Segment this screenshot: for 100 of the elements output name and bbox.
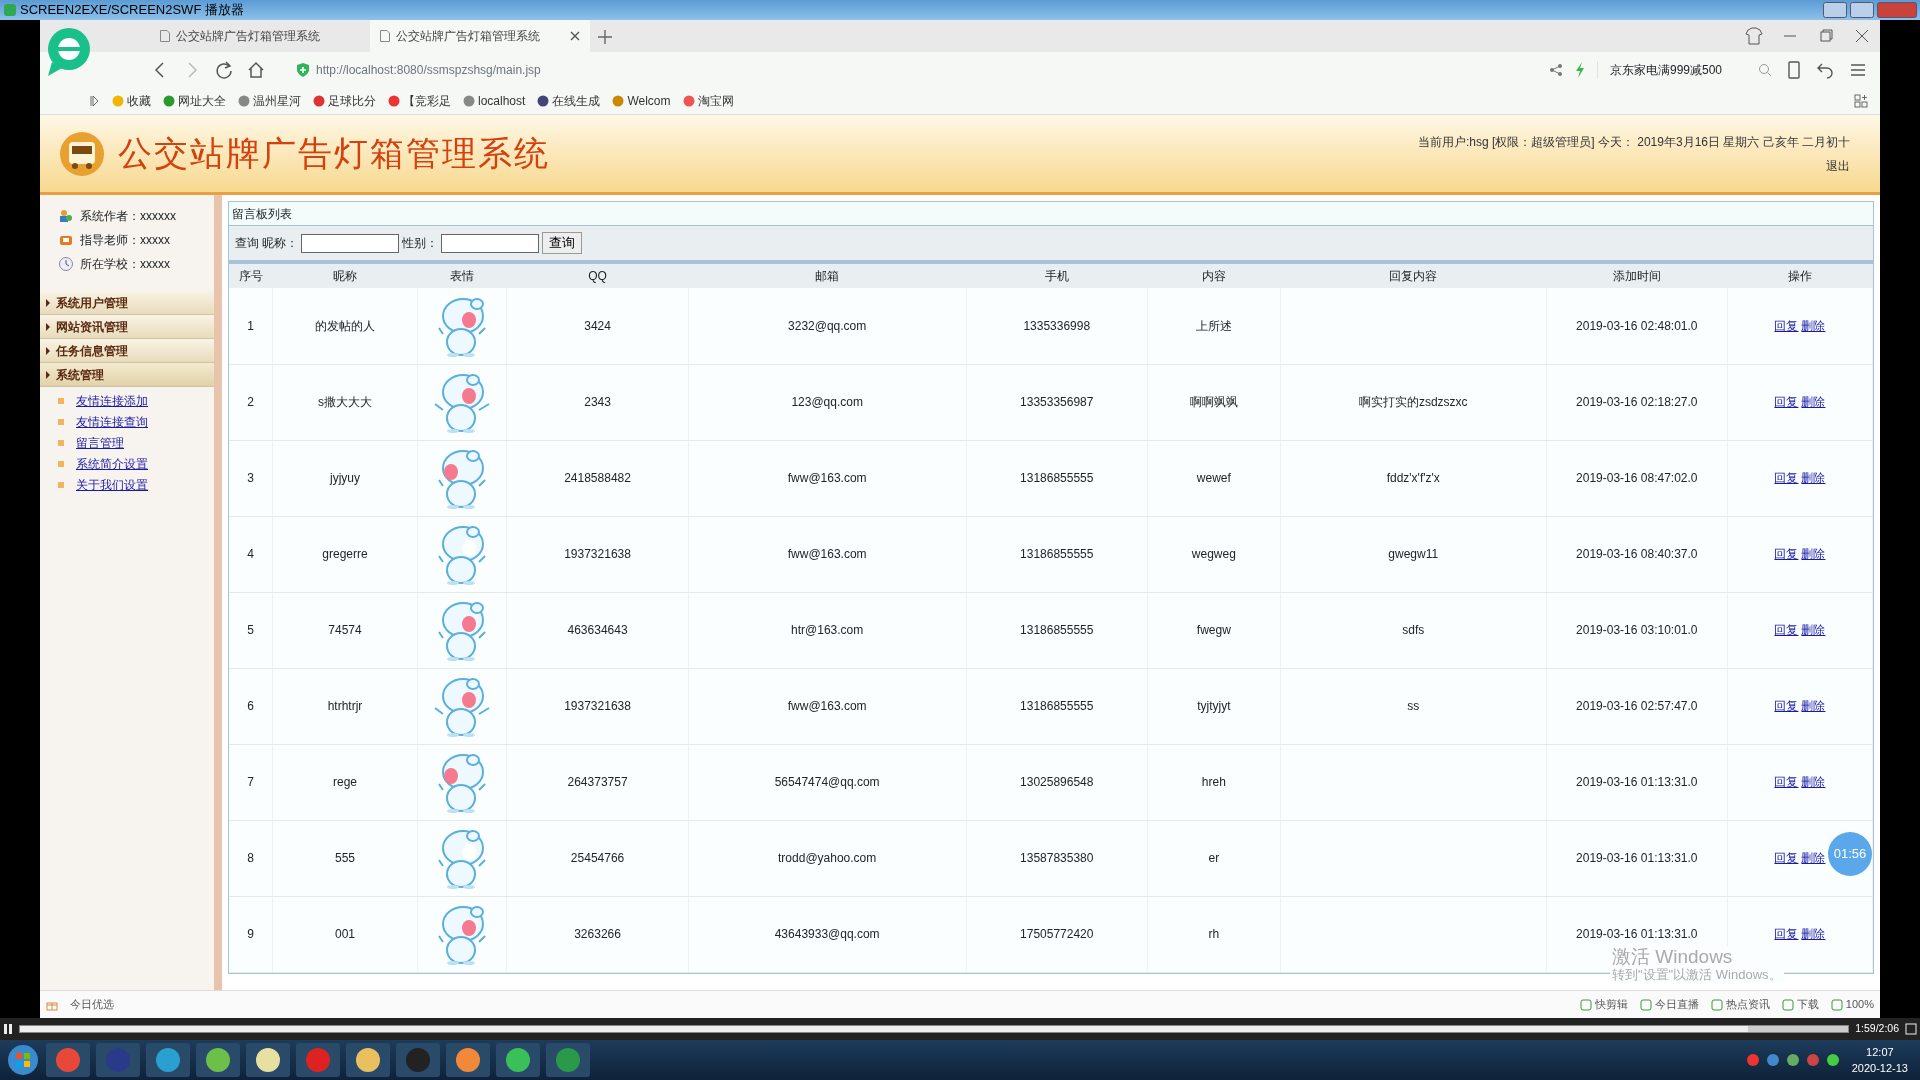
content-cell: wewef bbox=[1196, 471, 1231, 485]
column-header: 序号 bbox=[229, 264, 273, 288]
delete-link[interactable]: 删除 bbox=[1801, 318, 1826, 333]
column-header: 昵称 bbox=[272, 264, 418, 288]
menu-header[interactable]: 系统用户管理 bbox=[40, 291, 214, 315]
status-item[interactable]: 100% bbox=[1845, 996, 1874, 1013]
reply-link[interactable]: 回复 bbox=[1774, 395, 1799, 409]
email-cell: htr@163.com bbox=[791, 623, 864, 637]
reply-link[interactable]: 回复 bbox=[1774, 471, 1799, 485]
app-icon[interactable] bbox=[346, 1043, 390, 1077]
app-icon bbox=[3, 3, 17, 17]
app-icon[interactable] bbox=[146, 1043, 190, 1077]
tray-icon[interactable] bbox=[1805, 1053, 1820, 1067]
bookmark-link[interactable]: 网址大全 bbox=[163, 91, 226, 110]
lightning-icon[interactable] bbox=[1574, 61, 1585, 78]
menu-header[interactable]: 网站资讯管理 bbox=[40, 315, 214, 339]
status-icon bbox=[1579, 998, 1592, 1011]
tray-icon[interactable] bbox=[1765, 1053, 1780, 1067]
content-cell: 啊啊飒飒 bbox=[1189, 395, 1238, 409]
reply-link[interactable]: 回复 bbox=[1774, 927, 1799, 941]
status-item[interactable]: 今日直播 bbox=[1654, 996, 1699, 1013]
bookmark-icon bbox=[682, 94, 695, 107]
clock-date: 2020-12-13 bbox=[1851, 1061, 1908, 1076]
tray-icon[interactable] bbox=[1785, 1053, 1800, 1067]
status-item[interactable]: 下载 bbox=[1796, 996, 1819, 1013]
panel-title: 留言板列表 bbox=[232, 205, 292, 223]
sidebar-toggle-icon[interactable] bbox=[90, 94, 100, 107]
menu-link[interactable]: 留言管理 bbox=[76, 433, 124, 452]
menu-link[interactable]: 关于我们设置 bbox=[76, 475, 148, 494]
url-field[interactable]: http://localhost:8080/ssmspzshsg/main.jsp bbox=[316, 60, 541, 79]
bookmark-link[interactable]: 收藏 bbox=[112, 91, 151, 110]
tray-icon[interactable] bbox=[1745, 1053, 1760, 1067]
refresh-icon[interactable] bbox=[214, 59, 234, 80]
input-field[interactable] bbox=[441, 233, 539, 253]
reply-link[interactable]: 回复 bbox=[1774, 623, 1799, 637]
apps-icon[interactable] bbox=[1854, 93, 1868, 108]
people-icon bbox=[58, 208, 74, 224]
pause-icon[interactable] bbox=[3, 1023, 13, 1035]
system-title: 公交站牌广告灯箱管理系统 bbox=[118, 133, 550, 174]
delete-link[interactable]: 删除 bbox=[1801, 927, 1826, 941]
column-header: 邮箱 bbox=[688, 264, 967, 288]
menu-header[interactable]: 系统管理 bbox=[40, 363, 214, 387]
time-cell: 2019-03-16 01:13:31.0 bbox=[1576, 851, 1698, 865]
reply-link[interactable]: 回复 bbox=[1774, 699, 1799, 713]
bookmark-link[interactable]: 【竞彩足 bbox=[388, 91, 451, 110]
menu-link[interactable]: 友情连接添加 bbox=[76, 391, 148, 410]
phone-cell: 13186855555 bbox=[1020, 623, 1094, 637]
reply-link[interactable]: 回复 bbox=[1774, 775, 1799, 789]
bookmark-link[interactable]: Welcom bbox=[612, 91, 671, 110]
menu-link[interactable]: 系统简介设置 bbox=[76, 454, 148, 473]
logout-link[interactable]: 退出 bbox=[1826, 156, 1850, 175]
bookmark-link[interactable]: 淘宝网 bbox=[682, 91, 734, 110]
delete-link[interactable]: 删除 bbox=[1801, 471, 1826, 485]
clock-time: 12:07 bbox=[1866, 1044, 1894, 1060]
tray-icon[interactable] bbox=[1825, 1053, 1840, 1067]
bookmark-icon bbox=[537, 94, 550, 107]
bookmark-link[interactable]: localhost bbox=[463, 91, 526, 110]
status-item[interactable]: 快剪辑 bbox=[1594, 996, 1628, 1013]
app-icon[interactable] bbox=[196, 1043, 240, 1077]
content-cell: wegweg bbox=[1191, 547, 1236, 561]
browser-tab[interactable]: 公交站牌广告灯箱管理系统 bbox=[370, 20, 590, 52]
menu-header[interactable]: 任务信息管理 bbox=[40, 339, 214, 363]
email-cell: 123@qq.com bbox=[791, 395, 863, 409]
search-field[interactable]: 京东家电满999减500 bbox=[1609, 60, 1722, 79]
bullet-icon bbox=[58, 460, 64, 467]
phone-cell: 13025896548 bbox=[1020, 775, 1094, 789]
search-icon[interactable] bbox=[1758, 62, 1772, 77]
input-field[interactable] bbox=[301, 233, 399, 253]
start-button[interactable] bbox=[6, 1043, 40, 1077]
reply-link[interactable]: 回复 bbox=[1774, 851, 1799, 865]
shirt-icon[interactable] bbox=[1744, 26, 1764, 46]
app-icon[interactable] bbox=[246, 1043, 290, 1077]
delete-link[interactable]: 删除 bbox=[1801, 775, 1826, 789]
phone-cell: 13587835380 bbox=[1020, 851, 1094, 865]
browser-tab[interactable]: 公交站牌广告灯箱管理系统 bbox=[150, 20, 370, 52]
status-item[interactable]: 热点资讯 bbox=[1725, 996, 1770, 1013]
delete-link[interactable]: 删除 bbox=[1801, 851, 1826, 865]
app-icon[interactable] bbox=[446, 1043, 490, 1077]
delete-link[interactable]: 删除 bbox=[1801, 547, 1826, 561]
bookmark-link[interactable]: 足球比分 bbox=[313, 91, 376, 110]
nickname-cell: jyjyuy bbox=[330, 471, 360, 485]
status-text[interactable]: 今日优选 bbox=[70, 996, 114, 1013]
bookmark-link[interactable]: 在线生成 bbox=[537, 91, 601, 110]
user-info: 当前用户:hsg [权限：超级管理员] 今天： 2019年3月16日 星期六 己亥年 二月初十 bbox=[1417, 133, 1850, 151]
query-button[interactable]: 查询 bbox=[542, 232, 582, 254]
share-icon[interactable] bbox=[1548, 62, 1563, 77]
menu-link[interactable]: 友情连接查询 bbox=[76, 412, 148, 431]
app-icon[interactable] bbox=[496, 1043, 540, 1077]
bullet-icon bbox=[58, 481, 64, 488]
time-cell: 2019-03-16 02:48:01.0 bbox=[1576, 318, 1698, 333]
home-icon[interactable] bbox=[246, 59, 266, 80]
reply-link[interactable]: 回复 bbox=[1774, 547, 1799, 561]
delete-link[interactable]: 删除 bbox=[1801, 395, 1826, 409]
delete-link[interactable]: 删除 bbox=[1801, 699, 1826, 713]
reply-link[interactable]: 回复 bbox=[1774, 318, 1799, 333]
bookmark-link[interactable]: 温州星河 bbox=[238, 91, 301, 110]
qq-cell: 1937321638 bbox=[564, 547, 631, 561]
delete-link[interactable]: 删除 bbox=[1801, 623, 1826, 637]
fullscreen-icon[interactable] bbox=[1905, 1023, 1917, 1035]
field-label: 性别： bbox=[402, 235, 438, 252]
